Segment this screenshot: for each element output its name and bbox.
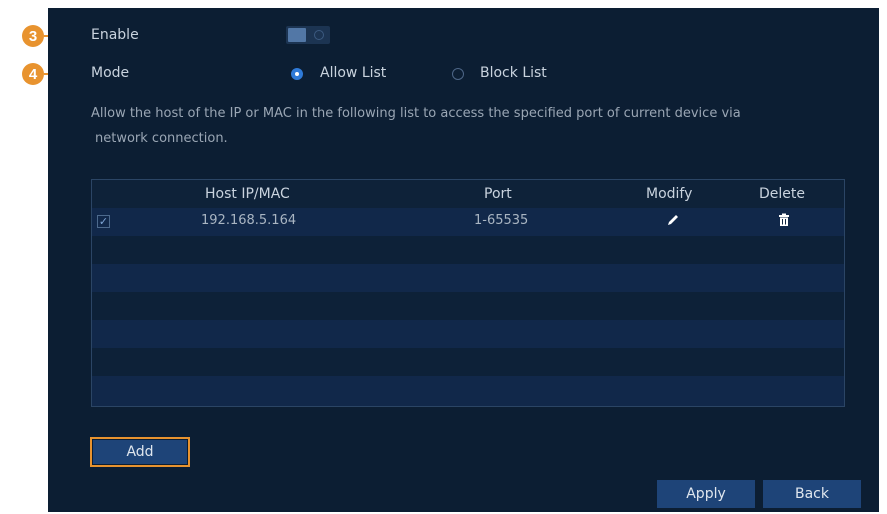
allow-list-label[interactable]: Allow List <box>320 65 386 81</box>
table-row-empty <box>92 376 844 406</box>
table-row-empty <box>92 292 844 320</box>
table-row-empty <box>92 320 844 348</box>
column-header-delete: Delete <box>759 186 805 202</box>
callout-3: 3 <box>22 25 44 47</box>
column-header-modify: Modify <box>646 186 693 202</box>
back-button[interactable]: Back <box>763 480 861 508</box>
apply-button[interactable]: Apply <box>657 480 755 508</box>
enable-toggle[interactable] <box>286 26 330 44</box>
column-header-host: Host IP/MAC <box>205 186 290 202</box>
toggle-off-indicator-icon <box>314 30 324 40</box>
row-checkbox[interactable]: ✓ <box>97 215 110 228</box>
column-header-port: Port <box>484 186 512 202</box>
table-row-empty <box>92 264 844 292</box>
access-list-table: Host IP/MAC Port Modify Delete ✓ 192.168… <box>91 179 845 407</box>
pencil-icon-glyph <box>668 215 678 225</box>
toggle-knob <box>288 28 306 42</box>
block-list-label[interactable]: Block List <box>480 65 547 81</box>
row-port: 1-65535 <box>474 213 529 228</box>
trash-icon[interactable] <box>776 213 792 229</box>
pencil-icon[interactable] <box>665 213 681 229</box>
table-row-empty <box>92 348 844 376</box>
enable-label: Enable <box>91 27 139 43</box>
trash-icon-glyph <box>779 213 789 226</box>
mode-label: Mode <box>91 65 130 81</box>
block-list-radio[interactable] <box>452 68 464 80</box>
row-host: 192.168.5.164 <box>201 213 297 228</box>
table-row-empty <box>92 236 844 264</box>
table-row[interactable]: ✓ 192.168.5.164 1-65535 <box>92 208 844 236</box>
add-highlight-box <box>90 437 190 467</box>
description-line-2: network connection. <box>95 131 228 146</box>
callout-4: 4 <box>22 63 44 85</box>
allow-list-radio[interactable] <box>291 68 303 80</box>
table-header: Host IP/MAC Port Modify Delete <box>92 180 844 209</box>
description-line-1: Allow the host of the IP or MAC in the f… <box>91 106 741 121</box>
